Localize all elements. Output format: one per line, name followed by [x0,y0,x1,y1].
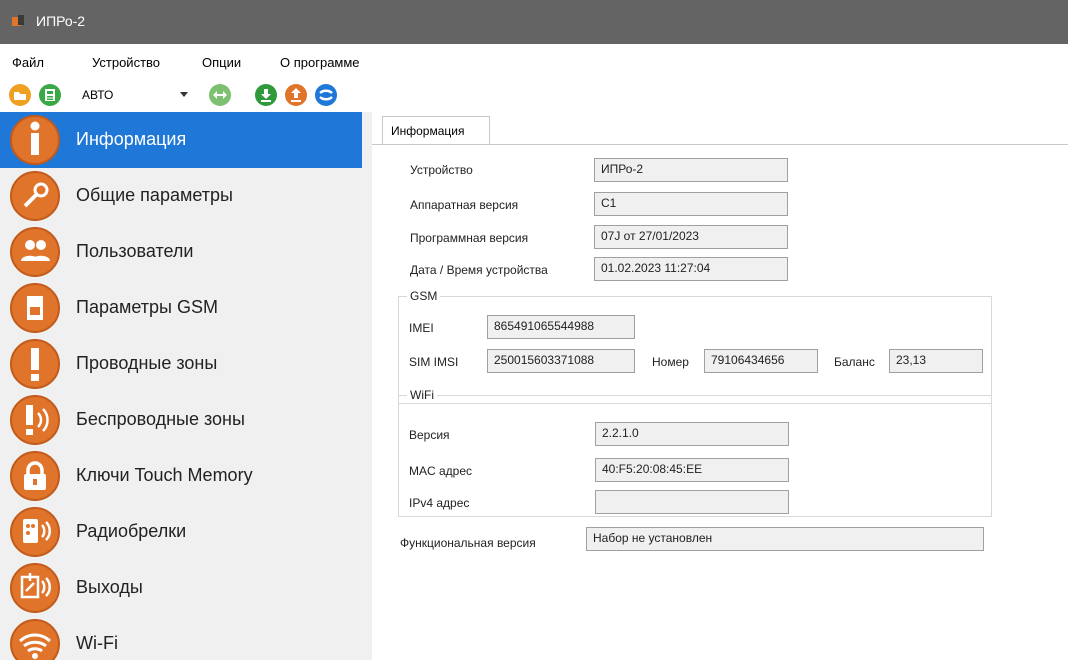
tab-underline [372,144,1068,145]
wireless-zone-icon [10,395,60,445]
mode-select-value: АВТО [82,88,114,102]
ipv4-address-label: IPv4 адрес [409,496,470,510]
balance-label: Баланс [834,355,875,369]
open-folder-icon[interactable] [8,83,32,107]
wifi-group-title: WiFi [407,388,437,402]
sidebar-item-label: Беспроводные зоны [76,409,245,429]
number-field[interactable]: 79106434656 [704,349,818,373]
wifi-version-label: Версия [409,428,450,442]
number-label: Номер [652,355,689,369]
device-field[interactable]: ИПРо-2 [594,158,788,182]
toolbar: АВТО [0,78,1068,112]
window-title: ИПРо-2 [36,13,86,29]
sidebar-divider [362,112,372,660]
ipv4-address-field[interactable] [595,490,789,514]
upload-icon[interactable] [284,83,308,107]
sidebar-item-label: Пользователи [76,241,194,261]
sidebar-item-label: Проводные зоны [76,353,218,373]
sidebar-item-touch-memory[interactable]: Ключи Touch Memory [0,448,362,504]
datetime-label: Дата / Время устройства [410,263,548,277]
hw-version-field[interactable]: C1 [594,192,788,216]
imei-label: IMEI [409,321,434,335]
sidebar-item-label: Wi-Fi [76,633,118,653]
sidebar-item-remotes[interactable]: Радиобрелки [0,504,362,560]
mac-address-field[interactable]: 40:F5:20:08:45:EE [595,458,789,482]
sidebar-item-info[interactable]: Информация [0,112,362,168]
functional-version-field[interactable]: Набор не установлен [586,527,984,551]
datetime-field[interactable]: 01.02.2023 11:27:04 [594,257,788,281]
sidebar-item-general[interactable]: Общие параметры [0,168,362,224]
wifi-group: WiFi Версия 2.2.1.0 MAC адрес 40:F5:20:0… [398,388,992,517]
title-bar: ИПРо-2 [0,0,1068,44]
sim-card-icon [10,283,60,333]
device-label: Устройство [410,163,473,177]
wifi-icon [10,619,60,660]
chevron-down-icon [180,92,188,97]
menu-device[interactable]: Устройство [92,55,160,70]
sidebar: Информация Общие параметры Пользователи … [0,112,372,660]
balance-field[interactable]: 23,13 [889,349,983,373]
hw-version-label: Аппаратная версия [410,198,519,212]
mac-address-label: MAC адрес [409,464,473,478]
sidebar-item-label: Общие параметры [76,185,233,205]
sidebar-item-outputs[interactable]: Выходы [0,560,362,616]
sidebar-item-label: Выходы [76,577,143,597]
wifi-version-field[interactable]: 2.2.1.0 [595,422,789,446]
sim-imsi-field[interactable]: 250015603371088 [487,349,635,373]
sidebar-item-users[interactable]: Пользователи [0,224,362,280]
menu-bar: Файл Устройство Опции О программе [0,44,1068,79]
wrench-icon [10,171,60,221]
app-icon [12,15,24,26]
relay-icon [10,563,60,613]
menu-options[interactable]: Опции [202,55,241,70]
sync-icon[interactable] [314,83,338,107]
menu-about[interactable]: О программе [280,55,360,70]
tab-info[interactable]: Информация [382,116,490,145]
wired-zone-icon [10,339,60,389]
sidebar-item-label: Радиобрелки [76,521,187,541]
menu-file[interactable]: Файл [12,55,44,70]
sidebar-item-label: Ключи Touch Memory [76,465,253,485]
sidebar-item-label: Информация [76,129,187,149]
lock-icon [10,451,60,501]
mode-select[interactable]: АВТО [70,85,192,105]
sidebar-item-gsm[interactable]: Параметры GSM [0,280,362,336]
gsm-group-title: GSM [407,289,441,303]
download-icon[interactable] [254,83,278,107]
users-icon [10,227,60,277]
sim-imsi-label: SIM IMSI [409,355,459,369]
sidebar-item-wired-zones[interactable]: Проводные зоны [0,336,362,392]
fw-version-field[interactable]: 07J от 27/01/2023 [594,225,788,249]
fw-version-label: Программная версия [410,231,529,245]
sidebar-item-label: Параметры GSM [76,297,218,317]
save-icon[interactable] [38,83,62,107]
tab-label: Информация [391,124,465,138]
info-icon [10,115,60,165]
functional-version-label: Функциональная версия [400,536,536,550]
sidebar-item-wireless-zones[interactable]: Беспроводные зоны [0,392,362,448]
gsm-group: GSM IMEI 865491065544988 SIM IMSI 250015… [398,289,992,404]
remote-icon [10,507,60,557]
content-panel: Информация Устройство ИПРо-2 Аппаратная … [372,112,1068,660]
sidebar-item-wifi[interactable]: Wi-Fi [0,616,362,660]
imei-field[interactable]: 865491065544988 [487,315,635,339]
connect-arrows-icon[interactable] [208,83,232,107]
